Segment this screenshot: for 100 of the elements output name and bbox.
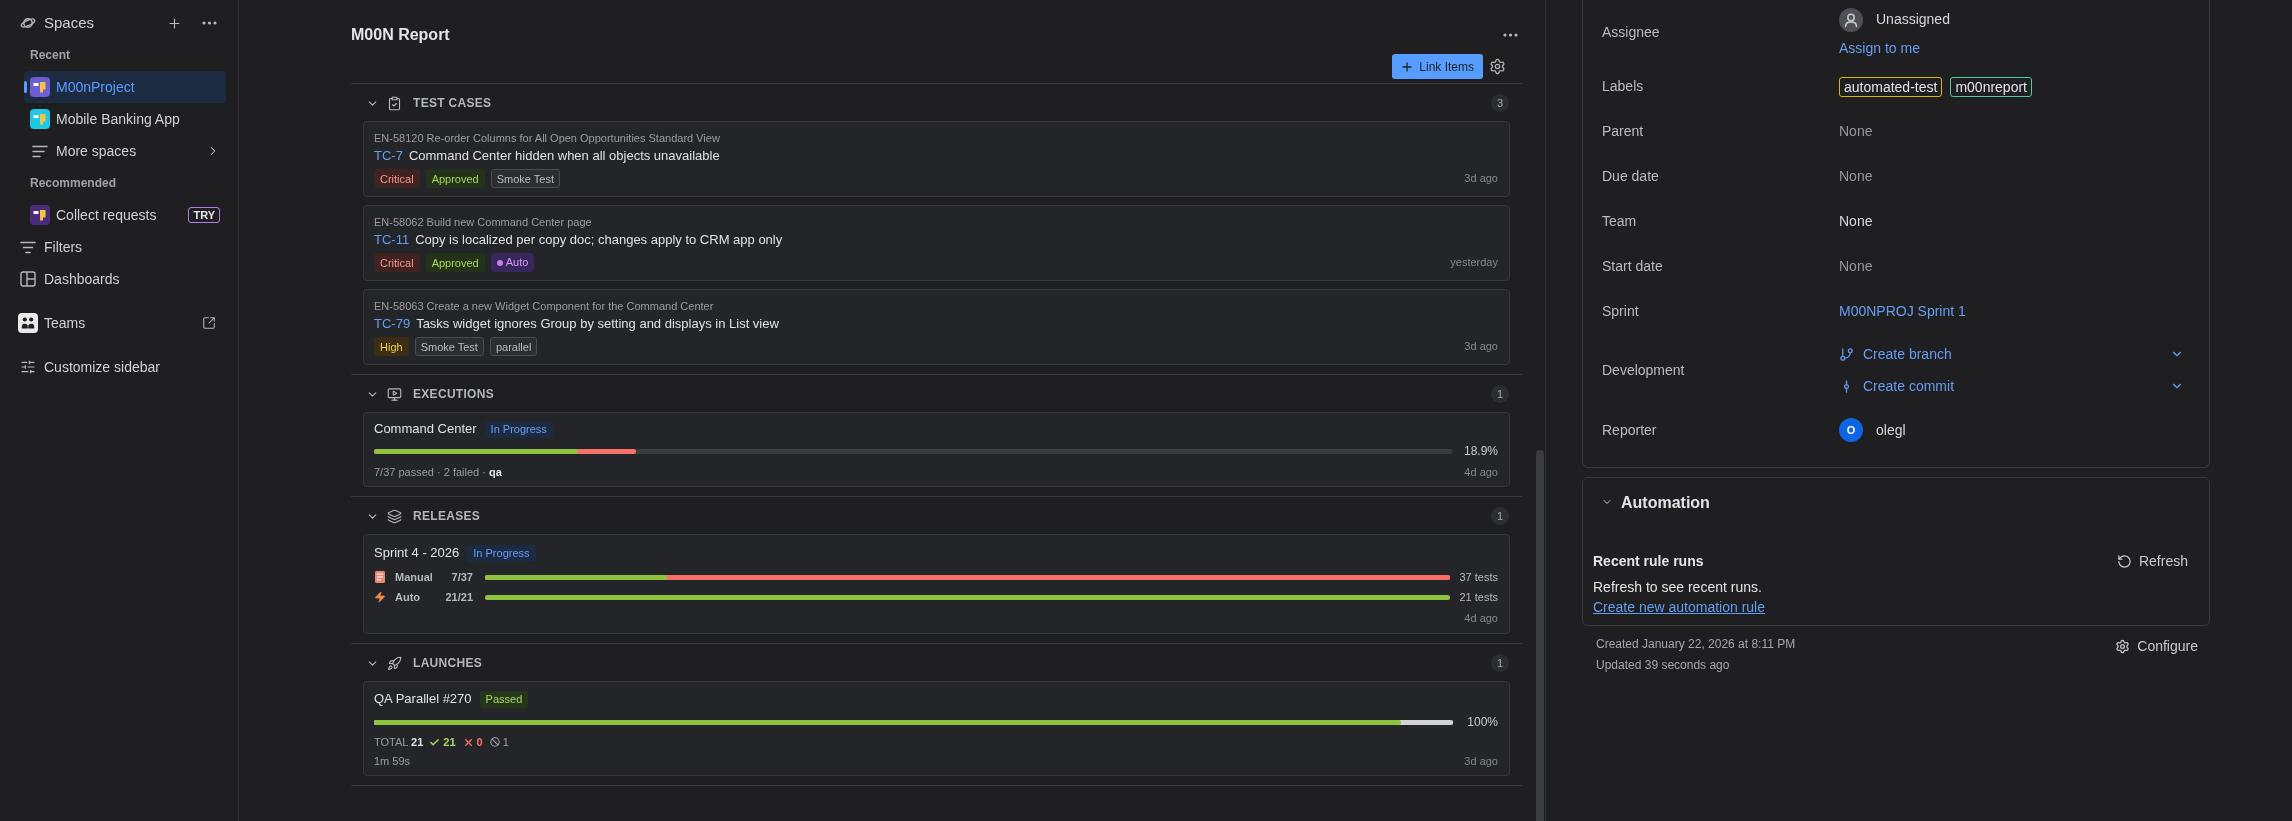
lightning-icon	[374, 591, 386, 603]
reporter-name: olegl	[1876, 421, 1906, 439]
link-items-button[interactable]: Link Items	[1392, 54, 1483, 79]
status-tag: Approved	[425, 253, 485, 272]
test-count: 7/37	[450, 570, 473, 584]
count-badge: 1	[1491, 385, 1509, 403]
plus-icon[interactable]	[167, 15, 182, 31]
sidebar-item[interactable]: Dashboards	[12, 263, 226, 295]
settings-icon[interactable]	[1489, 58, 1506, 75]
status-badge: In Progress	[484, 420, 553, 438]
monitor-icon	[387, 386, 402, 402]
timestamp: yesterday	[1450, 256, 1498, 269]
section-title: LAUNCHES	[413, 656, 483, 670]
issue-key-link[interactable]: TC-79	[374, 316, 411, 332]
sidebar-item[interactable]: Collect requests TRY	[24, 199, 226, 231]
user-avatar-icon	[1839, 7, 1863, 32]
sidebar-item[interactable]: M00nProject	[24, 71, 226, 103]
clipboard-check-icon	[387, 95, 402, 111]
test-type-label: Manual	[395, 570, 434, 584]
percent-text: 18.9%	[1463, 444, 1498, 458]
field-label: Assignee	[1602, 23, 1660, 41]
refresh-button[interactable]: Refresh	[2116, 549, 2188, 573]
field-label: Parent	[1602, 123, 1644, 140]
sidebar-item[interactable]: Mobile Banking App	[24, 103, 226, 135]
issue-key-link[interactable]: TC-11	[374, 232, 410, 248]
release-name: Sprint 4 - 2026	[374, 545, 460, 561]
git-branch-icon	[1839, 346, 1854, 362]
sliders-icon	[20, 359, 36, 375]
parent-issue: EN-58062 Build new Command Center page	[374, 215, 592, 230]
timestamp: 3d ago	[1464, 754, 1498, 768]
sprint-link[interactable]: M00NPROJ Sprint 1	[1839, 303, 1966, 320]
cross-icon	[462, 736, 474, 748]
check-icon	[429, 736, 441, 748]
label-tag: parallel	[489, 337, 538, 356]
sidebar-item[interactable]: More spaces	[24, 135, 226, 167]
field-label: Sprint	[1602, 303, 1639, 320]
filter-icon	[20, 240, 36, 254]
promo-badge: TRY	[188, 207, 220, 223]
status-badge: In Progress	[467, 544, 536, 562]
test-total: 37 tests	[1458, 570, 1498, 584]
status-tag: Approved	[425, 169, 485, 188]
group-heading: Recent	[30, 48, 70, 62]
field-value: None	[1839, 168, 1873, 185]
duration-text: 1m 59s	[374, 754, 411, 768]
skip-icon	[489, 737, 500, 747]
field-label: Start date	[1602, 258, 1663, 275]
section-title: EXECUTIONS	[413, 387, 494, 401]
label-tag: Smoke Test	[414, 337, 484, 356]
field-label: Development	[1602, 361, 1685, 379]
dot-icon	[496, 259, 503, 266]
create-branch-link[interactable]: Create branch	[1863, 345, 1952, 363]
configure-button[interactable]: Configure	[2115, 634, 2198, 658]
launch-name: QA Parallel #270	[374, 691, 472, 707]
parent-issue: EN-58120 Re-order Columns for All Open Opportunities Standard View	[374, 131, 720, 146]
section-title: RELEASES	[413, 509, 481, 523]
priority-tag: Critical	[374, 169, 420, 188]
assign-to-me-link[interactable]: Assign to me	[1839, 39, 1920, 57]
sidebar-item[interactable]: Filters	[12, 231, 226, 263]
label-tag: Smoke Test	[490, 169, 560, 188]
test-case-title: Command Center hidden when all objects unavailable	[408, 148, 720, 164]
field-label: Due date	[1602, 168, 1659, 185]
scrollbar-thumb[interactable]	[1536, 450, 1544, 821]
group-heading: Recommended	[30, 176, 117, 190]
created-text: Created January 22, 2026 at 8:11 PM	[1596, 637, 1796, 652]
timestamp: 4d ago	[1464, 611, 1498, 625]
test-case-title: Tasks widget ignores Group by setting and displays in List view	[416, 316, 779, 332]
test-case-title: Copy is localized per copy doc; changes apply to CRM app only	[415, 232, 783, 248]
more-icon[interactable]	[202, 21, 217, 25]
panel-title: Automation	[1621, 492, 1710, 512]
test-count: 21/21	[445, 590, 473, 604]
more-icon[interactable]	[1503, 33, 1518, 37]
field-value: None	[1839, 258, 1873, 275]
field-value: None	[1839, 213, 1873, 230]
issue-key-link[interactable]: TC-7	[374, 148, 403, 164]
create-rule-link[interactable]: Create new automation rule	[1593, 598, 1765, 616]
label-tag[interactable]: automated-test	[1839, 76, 1943, 97]
dashboard-icon	[20, 271, 36, 287]
section-title: TEST CASES	[413, 96, 492, 110]
user-avatar: O	[1839, 418, 1863, 442]
test-total: 21 tests	[1458, 590, 1498, 604]
sidebar-item[interactable]: Customize sidebar	[12, 351, 226, 383]
label-tag[interactable]: m00nreport	[1950, 76, 2032, 97]
planet-icon	[20, 15, 36, 31]
priority-tag: Critical	[374, 253, 420, 272]
field-label: Labels	[1602, 78, 1644, 95]
parent-issue: EN-58063 Create a new Widget Component for the Command Center	[374, 299, 714, 314]
settings-icon	[2115, 638, 2131, 654]
create-commit-link[interactable]: Create commit	[1863, 377, 1955, 395]
count-badge: 1	[1491, 507, 1509, 525]
sidebar-item[interactable]: Teams	[12, 307, 226, 339]
execution-summary: 7/37 passed · 2 failed · qa	[374, 465, 502, 479]
notebook-icon	[375, 571, 385, 583]
tag-text: Auto	[505, 256, 529, 269]
assignee-name: Unassigned	[1876, 11, 1950, 28]
spaces-title[interactable]: Spaces	[44, 14, 95, 32]
total-count: TOTAL 21	[374, 735, 424, 749]
percent-text: 100%	[1467, 715, 1498, 729]
runs-heading: Recent rule runs	[1593, 552, 1704, 570]
plus-icon	[1400, 59, 1415, 74]
layers-icon	[387, 508, 402, 524]
